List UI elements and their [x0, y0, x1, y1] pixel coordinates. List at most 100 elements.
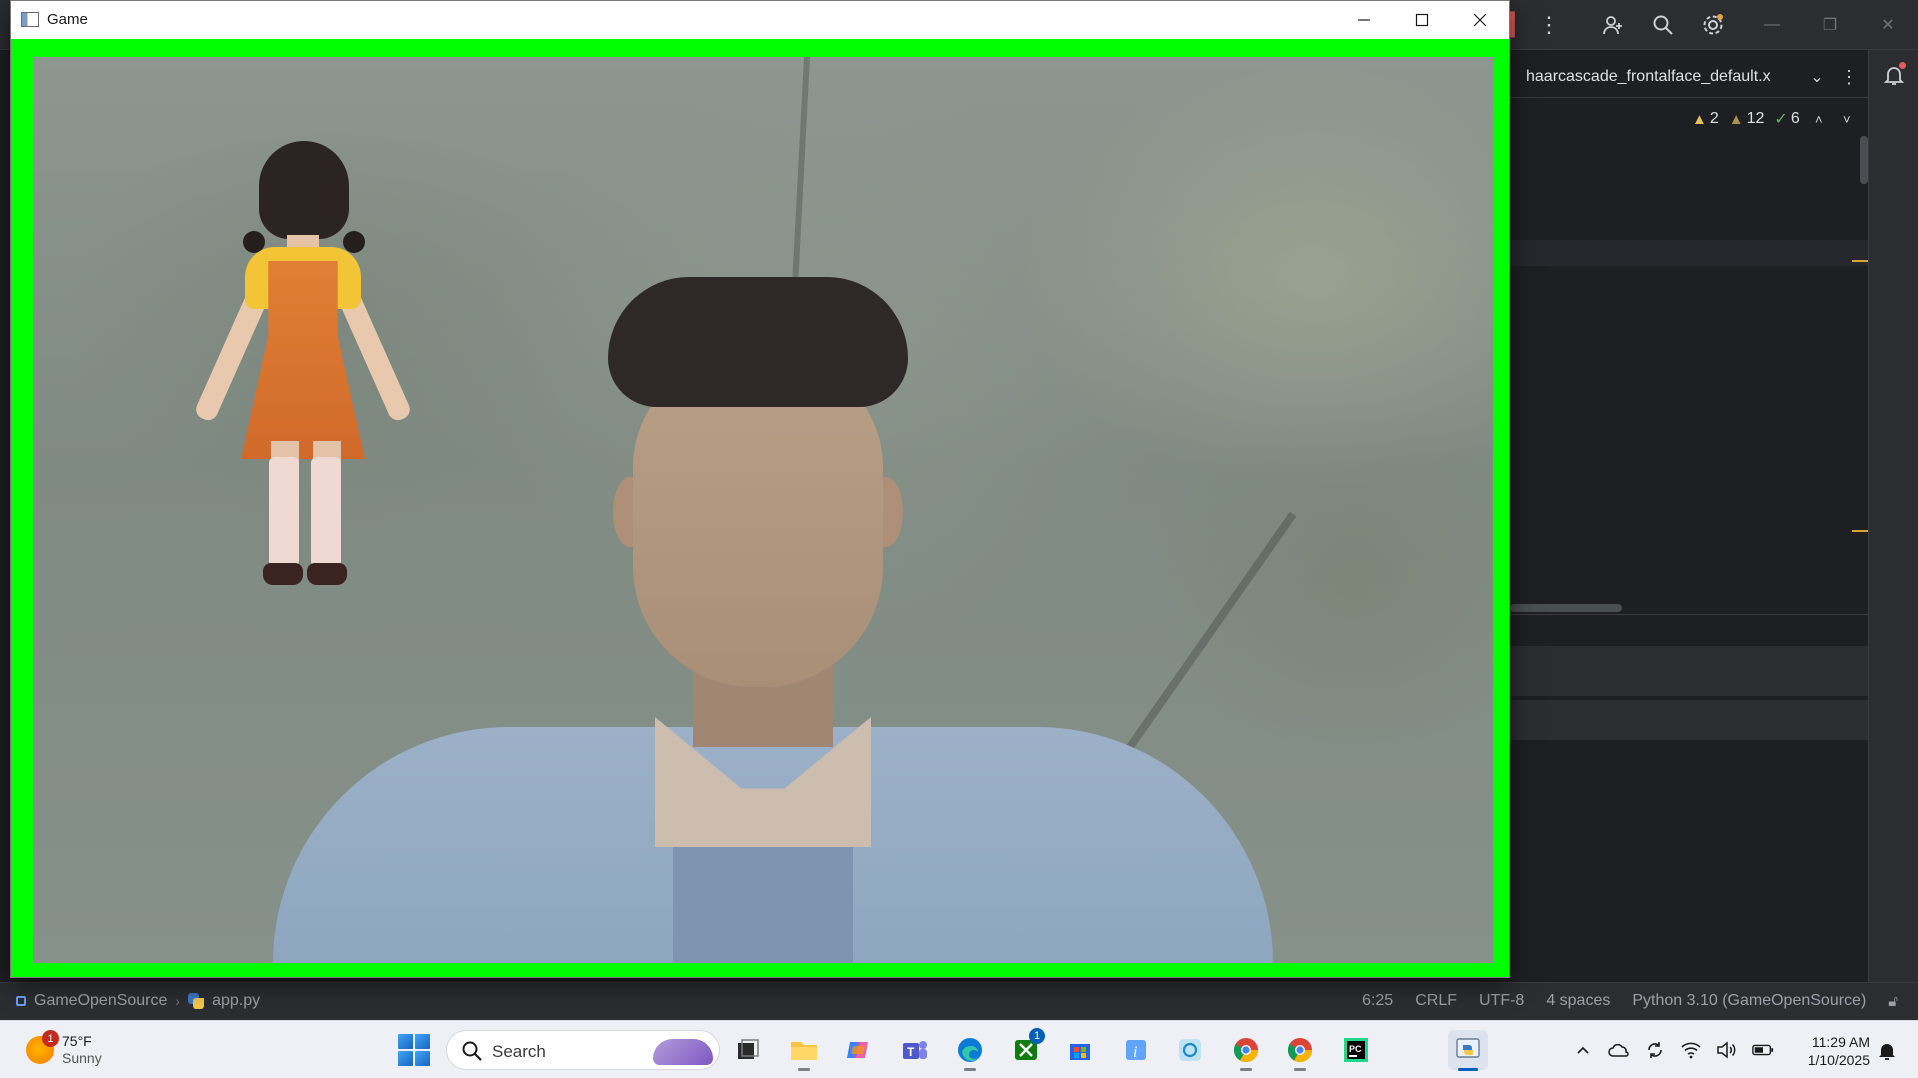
clock-date: 1/10/2025 [1807, 1052, 1870, 1068]
editor-current-line [1510, 240, 1868, 266]
teams-icon: T [903, 1041, 927, 1059]
search-icon [462, 1041, 482, 1061]
breadcrumb-project[interactable]: GameOpenSource [34, 992, 167, 1010]
chevron-up-icon[interactable] [1572, 1039, 1594, 1061]
more-actions-icon[interactable]: ⋮ [1532, 8, 1566, 42]
line-separator[interactable]: CRLF [1415, 992, 1457, 1010]
weather-temperature: 75°F [62, 1033, 92, 1049]
status-bar: GameOpenSource › app.py 6:25 CRLF UTF-8 … [0, 982, 1918, 1020]
sun-icon: 1 [26, 1030, 59, 1064]
next-highlight-icon[interactable]: ˅ [1838, 112, 1856, 127]
start-button[interactable] [398, 1034, 430, 1066]
xbox-badge: 1 [1029, 1028, 1045, 1044]
pycharm-button[interactable]: PC [1336, 1030, 1376, 1070]
right-tool-strip [1868, 50, 1918, 982]
warning-stripe-marker[interactable] [1852, 530, 1868, 532]
task-view-icon [738, 1039, 759, 1059]
xbox-button[interactable]: 1 [1006, 1028, 1046, 1070]
weather-widget[interactable]: 1 75°F Sunny [26, 1029, 102, 1071]
svg-text:PC: PC [1349, 1044, 1362, 1054]
chrome-icon [1233, 1038, 1258, 1063]
volume-icon[interactable] [1716, 1039, 1738, 1061]
file-explorer-button[interactable] [784, 1030, 824, 1071]
store-icon [1070, 1044, 1090, 1060]
game-titlebar[interactable]: Game [11, 1, 1509, 39]
ide-restore-button[interactable]: ❐ [1810, 10, 1850, 40]
divider [1510, 614, 1868, 615]
minimize-button[interactable] [1335, 1, 1393, 39]
weak-warning-icon: ▲ [1728, 110, 1744, 128]
python-game-button[interactable] [1448, 1030, 1488, 1071]
breadcrumb: GameOpenSource › app.py [16, 992, 260, 1010]
breadcrumb-file[interactable]: app.py [212, 992, 260, 1010]
status-widgets: 6:25 CRLF UTF-8 4 spaces Python 3.10 (Ga… [1362, 992, 1898, 1010]
chrome-profile-2-button[interactable] [1280, 1030, 1320, 1071]
chevron-down-icon[interactable]: ⌄ [1804, 64, 1830, 90]
weather-condition: Sunny [62, 1050, 102, 1066]
onedrive-icon[interactable] [1608, 1039, 1630, 1061]
teams-button[interactable]: T [894, 1030, 934, 1070]
tool-window-row [1510, 700, 1868, 740]
code-with-me-icon[interactable] [1596, 8, 1630, 42]
battery-icon[interactable] [1752, 1039, 1774, 1061]
edge-button[interactable] [950, 1030, 990, 1071]
python-interpreter[interactable]: Python 3.10 (GameOpenSource) [1632, 992, 1866, 1010]
copilot-button[interactable] [838, 1030, 878, 1070]
edge-icon [958, 1038, 982, 1062]
taskbar: 1 75°F Sunny Search T 1 i PC 11:29 AM 1/… [0, 1020, 1918, 1078]
python-file-icon [188, 993, 205, 1009]
settings-icon[interactable] [1696, 8, 1730, 42]
ok-count: 6 [1790, 110, 1800, 127]
check-icon: ✓ [1774, 111, 1788, 128]
sync-icon[interactable] [1644, 1039, 1666, 1061]
chrome-profile-1-button[interactable] [1226, 1030, 1266, 1071]
pycharm-icon: PC [1344, 1038, 1368, 1062]
indent-setting[interactable]: 4 spaces [1546, 992, 1610, 1010]
info-icon: i [1126, 1040, 1146, 1061]
editor-tab-bar: › haarcascade_frontalface_default.x ⌄ ⋮ [1500, 58, 1870, 98]
python-icon [1456, 1038, 1480, 1058]
player-person [273, 277, 1273, 963]
ide-close-button[interactable]: ✕ [1868, 10, 1908, 40]
system-tray [1572, 1030, 1774, 1070]
unlock-icon[interactable]: 🔓︎ [1888, 993, 1898, 1010]
ide-minimize-button[interactable]: — [1752, 10, 1792, 40]
notification-bell-icon[interactable] [1876, 1040, 1898, 1062]
warning-stripe-marker[interactable] [1852, 260, 1868, 262]
previous-highlight-icon[interactable]: ˄ [1810, 112, 1828, 127]
weather-badge: 1 [42, 1030, 59, 1047]
window-title: Game [47, 11, 88, 28]
search-label: Search [492, 1042, 546, 1061]
microsoft-store-button[interactable] [1060, 1030, 1100, 1070]
caret-position[interactable]: 6:25 [1362, 992, 1393, 1010]
search-highlight-image [653, 1039, 713, 1065]
notification-dot [1899, 62, 1906, 69]
warning-icon: ▲ [1692, 110, 1707, 128]
window-app-icon [21, 12, 39, 27]
editor-vertical-scrollbar[interactable] [1860, 136, 1868, 184]
close-button[interactable] [1451, 1, 1509, 39]
taskbar-search[interactable]: Search [446, 1030, 720, 1070]
more-vertical-icon[interactable]: ⋮ [1836, 64, 1862, 90]
clock-time: 11:29 AM [1811, 1034, 1870, 1050]
editor-horizontal-scrollbar[interactable] [1510, 604, 1622, 612]
module-icon [16, 996, 26, 1006]
search-everywhere-icon[interactable] [1646, 8, 1680, 42]
wifi-icon[interactable] [1680, 1039, 1702, 1061]
svg-text:T: T [907, 1045, 915, 1059]
folder-icon [791, 1042, 817, 1060]
clock[interactable]: 11:29 AM 1/10/2025 [1796, 1033, 1870, 1069]
info-app-button[interactable]: i [1116, 1030, 1156, 1070]
circle-app-button[interactable] [1170, 1030, 1210, 1070]
weak-warning-count: 12 [1746, 110, 1765, 127]
file-encoding[interactable]: UTF-8 [1479, 992, 1524, 1010]
copilot-icon [847, 1042, 868, 1058]
webcam-frame [33, 57, 1493, 963]
warning-count: 2 [1709, 110, 1719, 127]
maximize-button[interactable] [1393, 1, 1451, 39]
inspection-widget[interactable]: ▲ 2 ▲ 12 ✓ 6 ˄ ˅ [1692, 108, 1856, 130]
editor-tab-xml[interactable]: haarcascade_frontalface_default.x [1526, 68, 1802, 86]
task-view-button[interactable] [728, 1030, 768, 1070]
tool-window-header [1510, 646, 1868, 696]
chrome-icon [1287, 1038, 1312, 1063]
